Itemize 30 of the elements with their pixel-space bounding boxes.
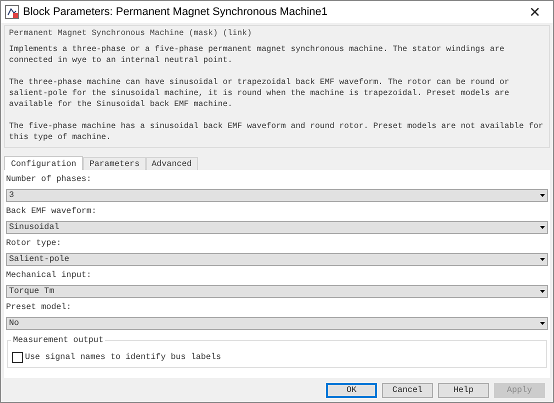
field-label: Rotor type:	[6, 238, 62, 249]
checkbox[interactable]	[12, 352, 23, 362]
dropdown[interactable]: No	[6, 317, 548, 330]
dropdown[interactable]: Torque Tm	[6, 285, 548, 298]
caret-icon	[540, 194, 545, 197]
dropdown[interactable]: Salient-pole	[6, 253, 548, 266]
description-paragraph: The five-phase machine has a sinusoidal back EMF waveform and round rotor. Preset models are not available for this type of machine.	[9, 121, 544, 143]
dialog-button[interactable]: OK	[326, 383, 377, 398]
tab[interactable]: Parameters	[83, 157, 146, 170]
window-title: Block Parameters: Permanent Magnet Synchronous Machine1	[23, 4, 328, 20]
field-label: Back EMF waveform:	[6, 206, 98, 217]
dropdown[interactable]: Sinusoidal	[6, 221, 548, 234]
dialog-button[interactable]: Help	[438, 383, 489, 398]
checkbox-label: Use signal names to identify bus labels	[25, 352, 222, 362]
caret-icon	[540, 290, 545, 293]
tab[interactable]: Configuration	[4, 156, 84, 170]
tab[interactable]: Advanced	[146, 157, 198, 170]
description-paragraph: Implements a three-phase or a five-phase permanent magnet synchronous machine. The stator windings are connected in wye to an internal neutral point.	[9, 44, 506, 66]
field-label: Preset model:	[6, 302, 72, 313]
caret-icon	[540, 226, 545, 229]
dropdown[interactable]: 3	[6, 189, 548, 202]
group-title: Measurement output	[11, 335, 106, 346]
field-label: Mechanical input:	[6, 270, 92, 281]
description-paragraph: The three-phase machine can have sinusoidal or trapezoidal back EMF waveform. The rotor can be round or salient-pole for the sinusoidal machine, it is round when the machine is trapezoidal. Preset models are available for the Sinusoidal back EMF machine.	[9, 77, 510, 110]
caret-icon	[540, 322, 545, 325]
field-label: Number of phases:	[6, 174, 92, 185]
close-button[interactable]: ✕	[521, 2, 549, 22]
dialog-button[interactable]: Cancel	[382, 383, 433, 398]
app-icon	[5, 5, 19, 19]
caret-icon	[540, 258, 545, 261]
